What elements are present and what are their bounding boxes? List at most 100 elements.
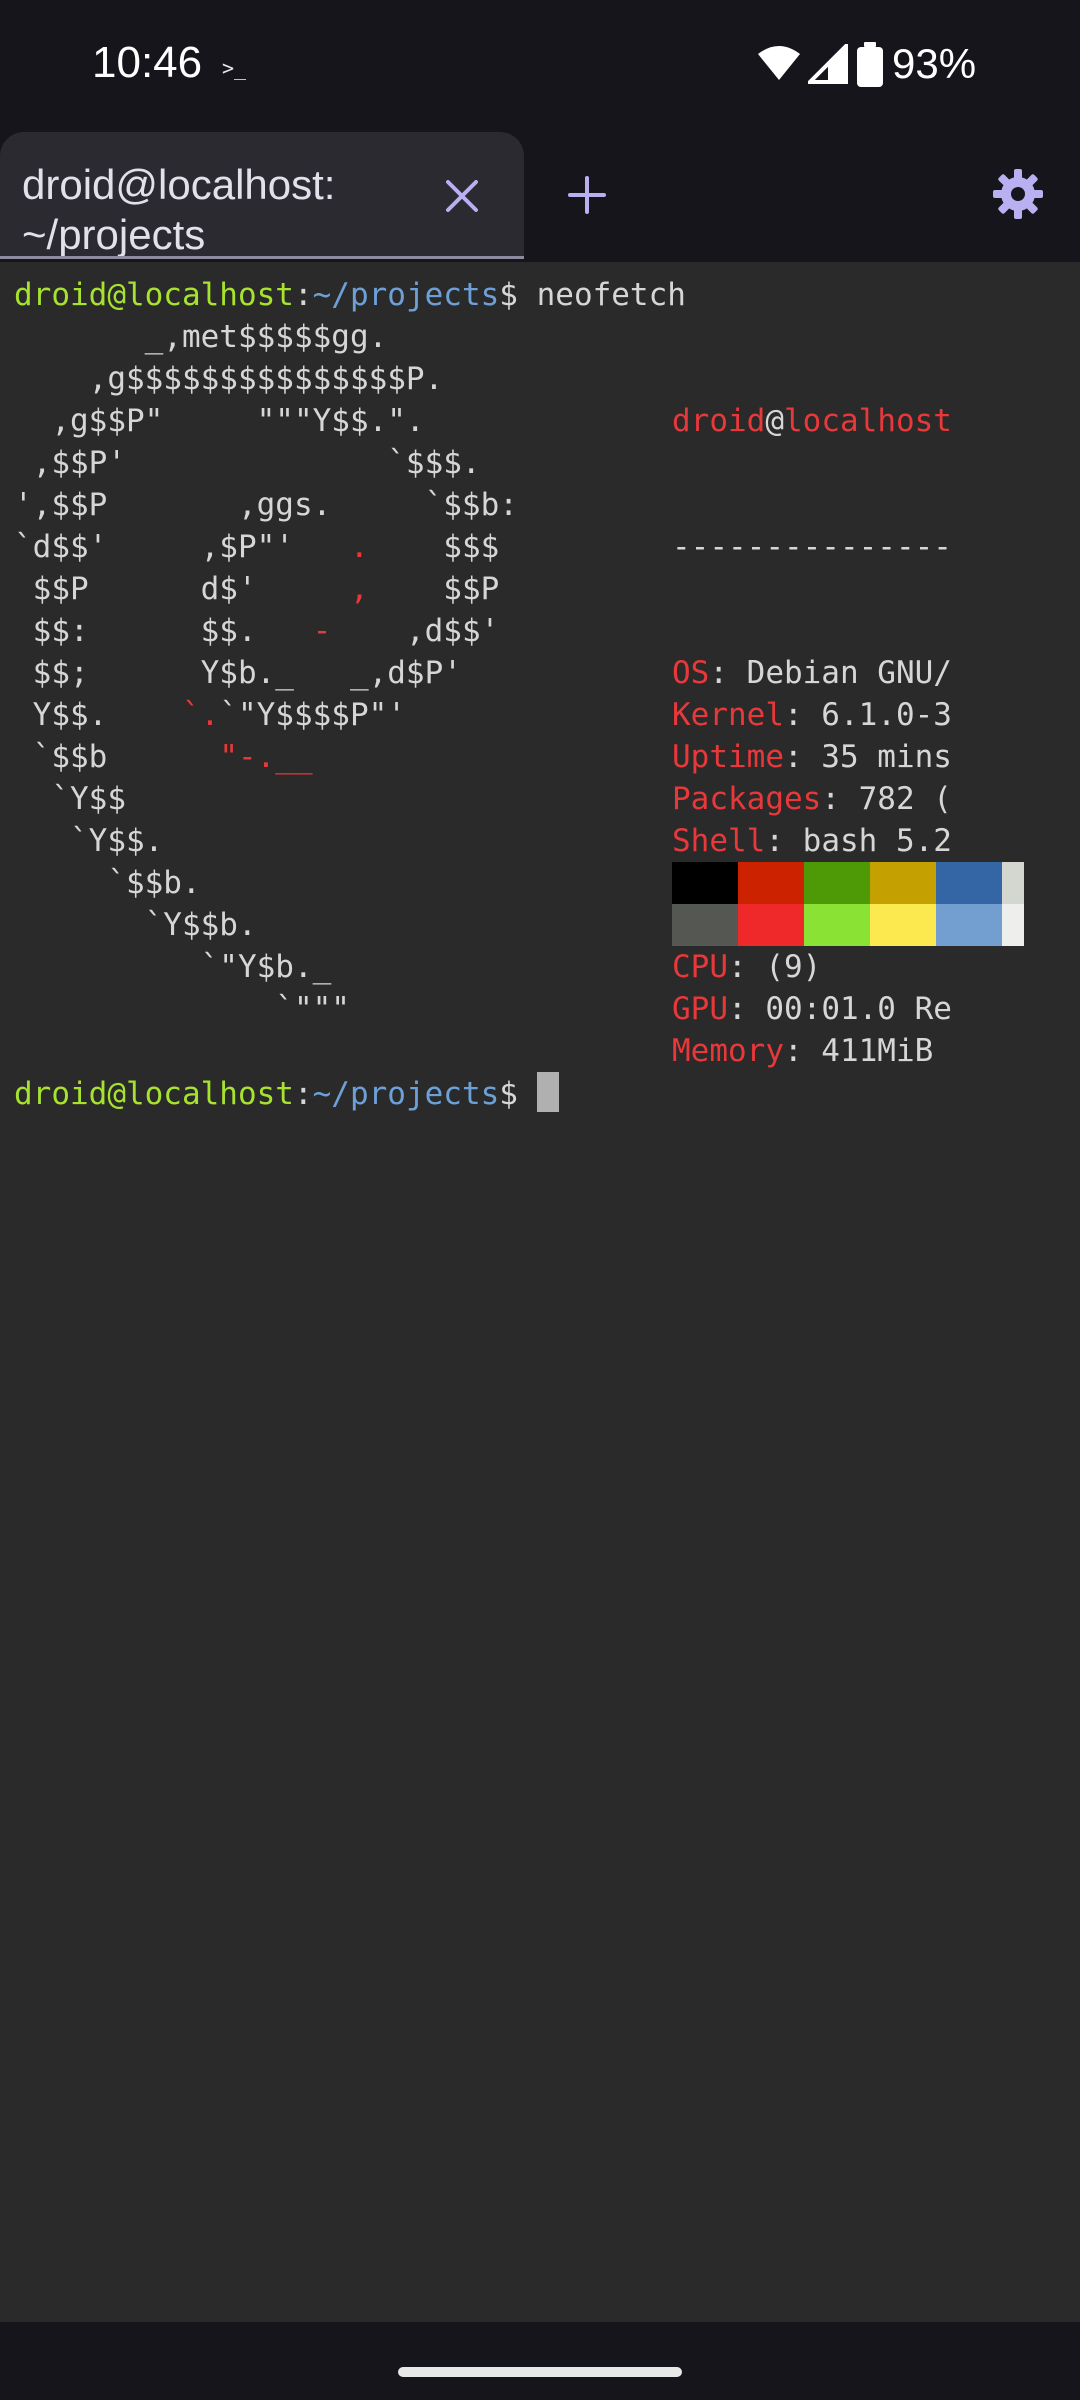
- info-at: @: [765, 403, 784, 439]
- prompt-path: ~/projects: [312, 277, 500, 313]
- logo-line: `d$$' ,$P"' . $$$: [14, 526, 518, 568]
- logo-segment: ,g$$P" """Y$$.".: [14, 403, 425, 439]
- info-value: : 782 (: [821, 781, 952, 817]
- terminal-notification-icon: >_: [222, 56, 247, 80]
- info-key: Packages: [672, 781, 822, 817]
- info-row: Shell: bash 5.2: [672, 820, 1072, 862]
- info-host: localhost: [784, 403, 952, 439]
- info-key: Shell: [672, 823, 766, 859]
- logo-segment: `""": [14, 991, 350, 1027]
- color-swatch: [738, 904, 804, 946]
- system-info: droid@localhost --------------- OS: Debi…: [672, 316, 1072, 1156]
- logo-line: `Y$$: [14, 778, 518, 820]
- info-value: : 00:01.0 Re: [728, 991, 952, 1027]
- logo-segment: $$; Y$b._ _,d$P': [14, 655, 462, 691]
- logo-segment: `$$b.: [14, 865, 201, 901]
- logo-line: `Y$$.: [14, 820, 518, 862]
- info-row: OS: Debian GNU/: [672, 652, 1072, 694]
- info-separator: ---------------: [672, 529, 952, 565]
- tab-title: droid@localhost: ~/projects: [22, 161, 336, 258]
- logo-line: $$P d$' , $$P: [14, 568, 518, 610]
- logo-line: `$$b "-.__: [14, 736, 518, 778]
- wifi-icon: [758, 46, 800, 80]
- logo-line: Y$$. `.`"Y$$$$P"': [14, 694, 518, 736]
- text-cursor: [536, 1072, 559, 1112]
- terminal-view[interactable]: droid@localhost:~/projects$ neofetch _,m…: [0, 262, 1080, 2322]
- logo-segment: "-.__: [219, 739, 313, 775]
- logo-segment: ,$$P' `$$$.: [14, 445, 481, 481]
- info-value: : 35 mins: [783, 739, 952, 775]
- info-key: Kernel: [672, 697, 784, 733]
- gear-icon[interactable]: [990, 166, 1046, 222]
- color-swatch: [936, 904, 1002, 946]
- logo-line: $$; Y$b._ _,d$P': [14, 652, 518, 694]
- typed-command: neofetch: [517, 277, 686, 313]
- color-swatch: [738, 862, 804, 904]
- logo-line: ,g$$P" """Y$$.".: [14, 400, 518, 442]
- prompt-separator: :: [293, 1076, 313, 1112]
- logo-line: $$: $$. - ,d$$': [14, 610, 518, 652]
- logo-segment: ,g$$$$$$$$$$$$$$$P.: [14, 361, 444, 397]
- prompt-dollar: $: [499, 1076, 518, 1112]
- logo-segment: _,met$$$$$gg.: [14, 319, 388, 355]
- info-row: Uptime: 35 mins: [672, 736, 1072, 778]
- color-swatch: [804, 862, 870, 904]
- prompt-separator: :: [293, 277, 313, 313]
- info-value: : 6.1.0-3: [783, 697, 952, 733]
- logo-segment: $$$: [368, 529, 500, 565]
- info-row: GPU: 00:01.0 Re: [672, 988, 1072, 1030]
- color-swatch: [804, 904, 870, 946]
- navigation-bar: [0, 2322, 1080, 2400]
- home-gesture-handle[interactable]: [398, 2367, 682, 2377]
- cellular-signal-icon: [808, 44, 848, 84]
- logo-segment: `"Y$b._: [14, 949, 332, 985]
- info-value: : 411MiB: [783, 1033, 934, 1069]
- logo-segment: ,d$$': [331, 613, 500, 649]
- info-key: CPU: [672, 949, 728, 985]
- debian-ascii-logo: _,met$$$$$gg. ,g$$$$$$$$$$$$$$$P. ,g$$P"…: [14, 316, 518, 1030]
- logo-segment: `d$$' ,$P"': [14, 529, 350, 565]
- command-line: droid@localhost:~/projects$ neofetch: [14, 274, 686, 316]
- logo-segment: `$$b: [14, 739, 220, 775]
- prompt-user-host: droid@localhost: [14, 277, 294, 313]
- info-row: CPU: (9): [672, 946, 1072, 988]
- info-row: Packages: 782 (: [672, 778, 1072, 820]
- color-swatch: [870, 862, 936, 904]
- logo-segment: `"Y$$$$P"': [219, 697, 406, 733]
- color-swatch: [672, 904, 738, 946]
- logo-segment: $$P: [368, 571, 500, 607]
- info-title: droid@localhost: [672, 400, 1072, 442]
- logo-segment: .: [349, 529, 369, 565]
- info-key: OS: [672, 655, 710, 691]
- logo-segment: $$P d$': [14, 571, 350, 607]
- info-key: GPU: [672, 991, 728, 1027]
- logo-segment: `Y$$.: [14, 823, 164, 859]
- current-prompt[interactable]: droid@localhost:~/projects$: [14, 1072, 559, 1115]
- logo-segment: `Y$$b.: [14, 907, 257, 943]
- color-swatch: [1002, 862, 1024, 904]
- color-swatch: [672, 862, 738, 904]
- battery-icon: [857, 42, 883, 87]
- tab-bar: droid@localhost: ~/projects: [0, 130, 1080, 262]
- logo-line: ,$$P' `$$$.: [14, 442, 518, 484]
- battery-percent: 93%: [892, 40, 977, 87]
- status-time: 10:46: [92, 38, 203, 87]
- close-icon[interactable]: [438, 172, 486, 220]
- logo-segment: -: [312, 613, 332, 649]
- color-swatch: [1002, 904, 1024, 946]
- logo-segment: $$: $$.: [14, 613, 313, 649]
- logo-line: `"Y$b._: [14, 946, 518, 988]
- info-row: Kernel: 6.1.0-3: [672, 694, 1072, 736]
- logo-line: `""": [14, 988, 518, 1030]
- logo-segment: ',$$P ,ggs. `$$b:: [14, 487, 518, 523]
- info-key: Uptime: [672, 739, 784, 775]
- info-key: Memory: [672, 1033, 784, 1069]
- logo-segment: ,: [349, 571, 369, 607]
- logo-line: ',$$P ,ggs. `$$b:: [14, 484, 518, 526]
- terminal-tab[interactable]: droid@localhost: ~/projects: [0, 132, 524, 259]
- plus-icon[interactable]: [562, 170, 612, 220]
- color-swatch: [936, 862, 1002, 904]
- info-row: Memory: 411MiB: [672, 1030, 1072, 1072]
- logo-line: _,met$$$$$gg.: [14, 316, 518, 358]
- prompt-dollar: $: [499, 277, 518, 313]
